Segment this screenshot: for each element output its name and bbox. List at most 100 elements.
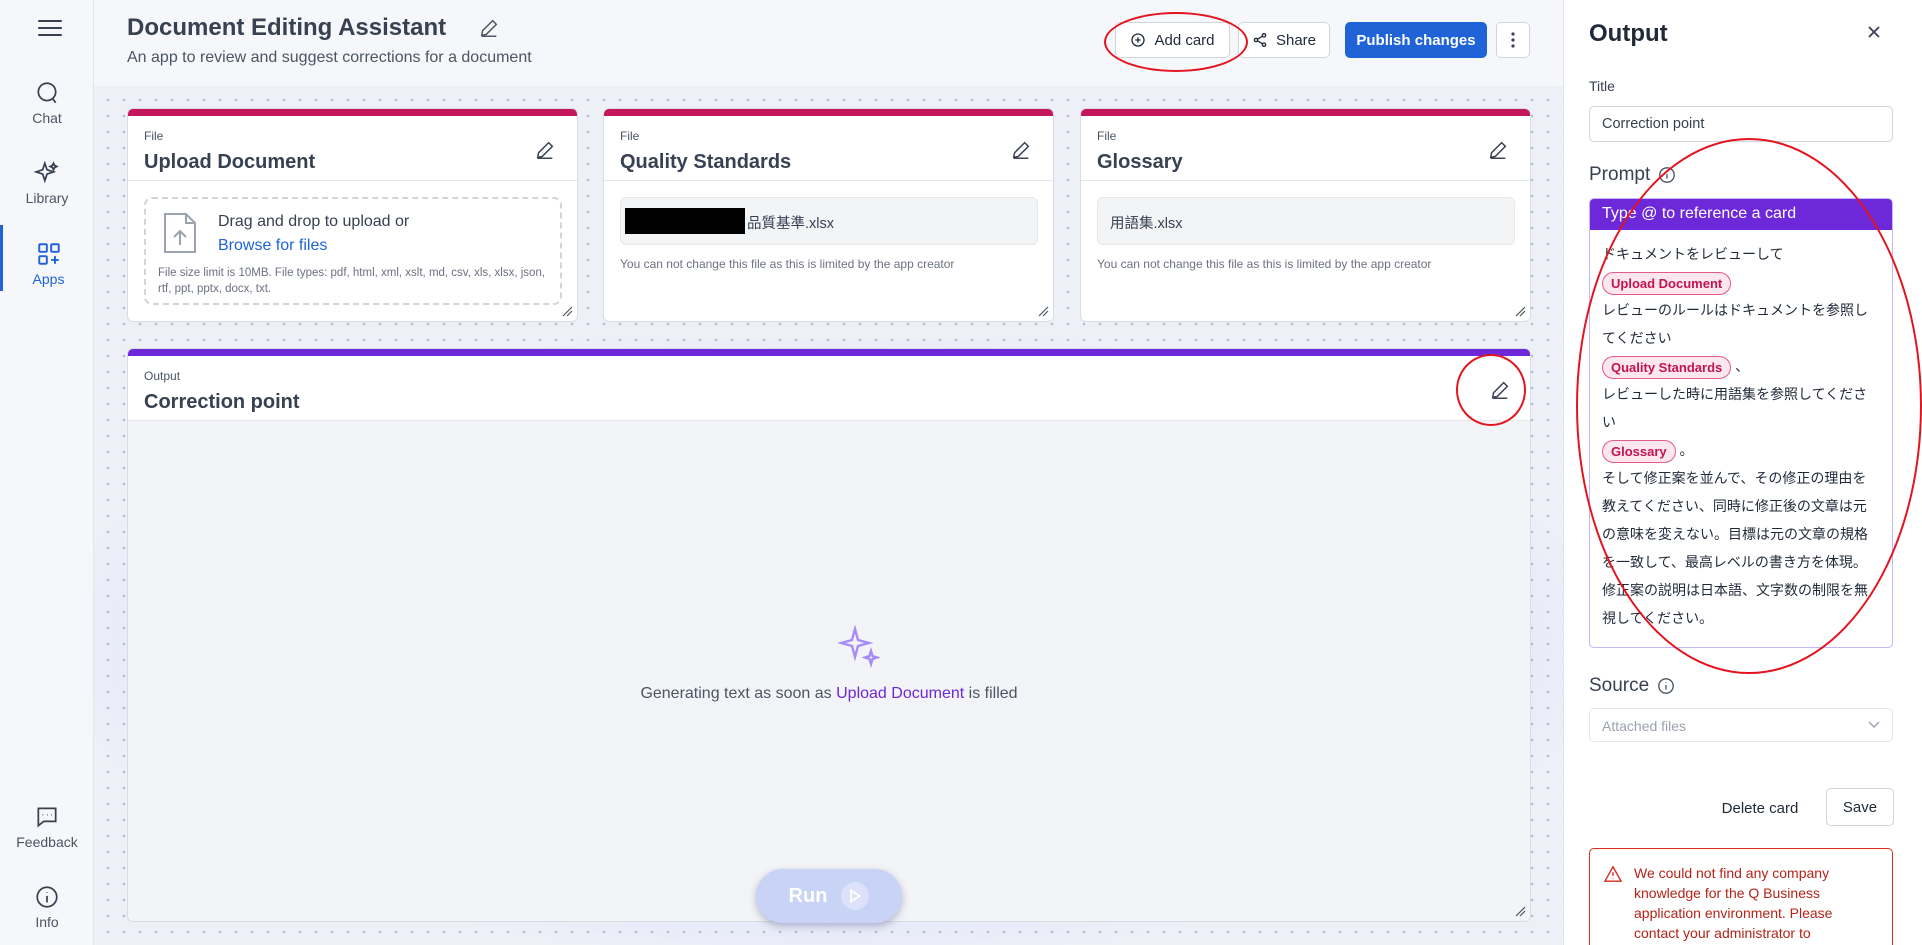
upload-document-link[interactable]: Upload Document	[836, 685, 964, 702]
prompt-line: レビューした時に用語集を参照してください	[1602, 386, 1868, 430]
file-upload-icon	[164, 213, 196, 253]
card-accent-bar	[604, 109, 1053, 116]
card-kind: File	[1097, 129, 1117, 143]
info-icon[interactable]	[1657, 677, 1675, 695]
run-label: Run	[788, 884, 828, 907]
card-glossary[interactable]: File Glossary 用語集.xlsx You can not chang…	[1080, 108, 1531, 322]
apps-grid-icon	[37, 243, 60, 265]
dropzone-text: Drag and drop to upload or	[218, 213, 410, 230]
attached-file: 品質基準.xlsx	[620, 197, 1038, 245]
card-reference-chip[interactable]: Upload Document	[1602, 271, 1732, 295]
prompt-hint: Type @ to reference a card	[1590, 199, 1892, 230]
prompt-text[interactable]: ドキュメントをレビューして Upload Document レビューのルールはド…	[1590, 230, 1892, 642]
delete-card-button[interactable]: Delete card	[1714, 790, 1806, 826]
panel-title: Output	[1589, 20, 1668, 47]
prompt-line: レビューのルールはドキュメントを参照してください	[1602, 302, 1868, 346]
more-options-button[interactable]	[1496, 22, 1530, 58]
card-accent-bar	[128, 349, 1530, 356]
close-icon[interactable]	[1864, 22, 1884, 42]
file-name: 品質基準.xlsx	[747, 216, 834, 232]
prompt-line: そして修正案を並んで、その修正の理由を教えてください、同時に修正後の文章は元の意…	[1602, 470, 1868, 626]
card-accent-bar	[128, 109, 577, 116]
nav-label-feedback: Feedback	[16, 834, 78, 850]
nav-label-apps: Apps	[32, 271, 65, 287]
card-kind: Output	[144, 369, 181, 383]
attached-file: 用語集.xlsx	[1097, 197, 1515, 245]
browse-files-link[interactable]: Browse for files	[218, 237, 327, 255]
plus-circle-icon	[1131, 33, 1146, 47]
error-alert: We could not find any company knowledge …	[1589, 848, 1893, 945]
prompt-punct: 。	[1679, 442, 1694, 458]
card-accent-bar	[1081, 109, 1530, 116]
chevron-down-icon	[1868, 721, 1880, 729]
add-card-label: Add card	[1154, 31, 1215, 49]
info-icon	[36, 886, 58, 908]
card-reference-chip[interactable]: Quality Standards	[1602, 355, 1732, 379]
file-limit-text: File size limit is 10MB. File types: pdf…	[158, 267, 546, 295]
card-reference-chip[interactable]: Glossary	[1602, 439, 1676, 463]
resize-handle-icon[interactable]	[561, 305, 573, 317]
card-divider	[128, 420, 1530, 421]
nav-label-chat: Chat	[32, 110, 62, 126]
file-lock-note: You can not change this file as this is …	[620, 257, 955, 271]
card-title: Correction point	[144, 391, 300, 413]
nav-item-feedback[interactable]: Feedback	[0, 804, 94, 876]
prompt-editor[interactable]: Type @ to reference a card ドキュメントをレビューして…	[1589, 198, 1893, 648]
source-placeholder: Attached files	[1602, 718, 1687, 734]
file-name: 用語集.xlsx	[1110, 216, 1183, 232]
card-kind: File	[620, 129, 640, 143]
card-divider	[128, 180, 577, 181]
prompt-label-row: Prompt	[1589, 164, 1676, 186]
pencil-icon[interactable]	[1489, 379, 1511, 401]
nav-rail: Chat Library Apps Feedback Info	[0, 0, 94, 945]
source-label-row: Source	[1589, 675, 1675, 697]
pencil-icon[interactable]	[478, 17, 500, 39]
card-upload-document[interactable]: File Upload Document Drag and drop to up…	[127, 108, 578, 322]
card-divider	[1081, 180, 1530, 181]
page-subtitle: An app to review and suggest corrections…	[127, 49, 532, 66]
generating-status: Generating text as soon as Upload Docume…	[128, 685, 1530, 703]
card-title: Quality Standards	[620, 151, 792, 173]
publish-changes-button[interactable]: Publish changes	[1345, 22, 1487, 58]
resize-handle-icon[interactable]	[1514, 305, 1526, 317]
prompt-label: Prompt	[1589, 164, 1651, 185]
resize-handle-icon[interactable]	[1037, 305, 1049, 317]
prompt-punct: 、	[1735, 358, 1750, 374]
nav-item-chat[interactable]: Chat	[0, 80, 94, 152]
menu-icon[interactable]	[38, 20, 62, 40]
pencil-icon[interactable]	[534, 139, 556, 161]
warning-icon	[1604, 865, 1622, 882]
gen-suffix: is filled	[968, 685, 1018, 702]
nav-item-library[interactable]: Library	[0, 160, 94, 232]
card-kind: File	[144, 129, 164, 143]
card-correction-point[interactable]: Output Correction point Generating text …	[127, 348, 1531, 922]
card-quality-standards[interactable]: File Quality Standards 品質基準.xlsx You can…	[603, 108, 1054, 322]
prompt-line: ドキュメントをレビューして	[1602, 246, 1784, 262]
save-button[interactable]: Save	[1826, 788, 1894, 826]
share-button[interactable]: Share	[1238, 22, 1330, 58]
card-header	[128, 356, 1530, 421]
resize-handle-icon[interactable]	[1514, 905, 1526, 917]
card-divider	[604, 180, 1053, 181]
run-button[interactable]: Run	[756, 869, 902, 923]
pencil-icon[interactable]	[1010, 139, 1032, 161]
redacted-block	[625, 208, 745, 235]
sparkle-icon	[34, 160, 59, 184]
page-title: Document Editing Assistant	[127, 14, 447, 41]
pencil-icon[interactable]	[1487, 139, 1509, 161]
title-input[interactable]: Correction point	[1589, 106, 1893, 142]
share-icon	[1253, 33, 1267, 47]
source-select[interactable]: Attached files	[1589, 708, 1893, 742]
card-title: Upload Document	[144, 151, 316, 173]
card-title: Glossary	[1097, 151, 1183, 173]
nav-item-info[interactable]: Info	[0, 884, 94, 945]
kebab-menu-icon	[1511, 32, 1515, 48]
info-icon[interactable]	[1658, 166, 1676, 184]
feedback-icon	[37, 807, 57, 828]
file-dropzone[interactable]: Drag and drop to upload or Browse for fi…	[144, 197, 562, 305]
nav-label-library: Library	[25, 190, 69, 206]
nav-item-apps[interactable]: Apps	[0, 225, 94, 291]
add-card-button[interactable]: Add card	[1115, 22, 1230, 58]
sparkle-icon	[838, 625, 881, 669]
file-lock-note: You can not change this file as this is …	[1097, 257, 1432, 271]
